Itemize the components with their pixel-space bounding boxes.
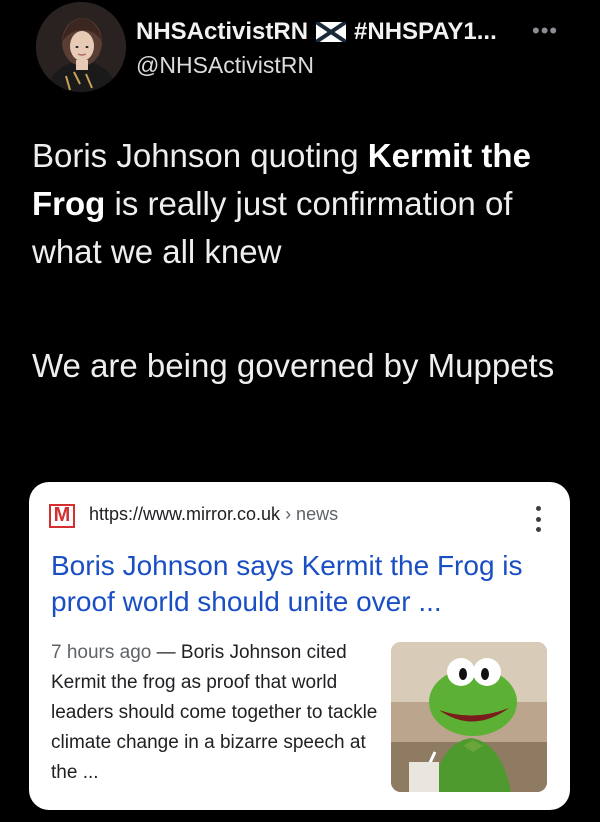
display-name[interactable]: NHSActivistRN [136,18,308,46]
kermit-thumbnail-image [391,642,547,792]
card-timestamp: 7 hours ago [51,642,152,663]
mirror-favicon-icon: M [49,504,75,528]
scotland-flag-icon [316,22,347,42]
tweet-text-part: is really just confirmation of what we a… [32,185,513,270]
name-suffix: #NHSPAY1... [354,18,497,45]
avatar[interactable] [36,2,126,92]
tweet-text-part: Boris Johnson quoting [32,137,368,174]
url-domain: https://www.mirror.co.uk [89,504,281,524]
kebab-menu-icon[interactable] [533,506,543,532]
more-icon[interactable]: ••• [532,18,558,44]
card-url[interactable]: https://www.mirror.co.uk › news [89,504,338,525]
user-handle[interactable]: @NHSActivistRN [136,52,314,79]
card-thumbnail[interactable] [391,642,547,792]
tweet-text-paragraph-2: We are being governed by Muppets [32,347,555,384]
avatar-image [36,2,126,92]
tweet-header: NHSActivistRN #NHSPAY1... ••• @NHSActivi… [0,0,600,100]
display-name-row[interactable]: NHSActivistRN #NHSPAY1... [136,18,497,46]
tweet-text-paragraph-1: Boris Johnson quoting Kermit the Frog is… [32,132,572,276]
link-preview-card[interactable]: M https://www.mirror.co.uk › news Boris … [29,482,570,810]
card-title[interactable]: Boris Johnson says Kermit the Frog is pr… [51,548,551,620]
card-snippet: 7 hours ago — Boris Johnson cited Kermit… [51,638,391,788]
url-breadcrumb: › news [280,504,339,524]
card-snippet-text: — Boris Johnson cited Kermit the frog as… [51,642,378,783]
